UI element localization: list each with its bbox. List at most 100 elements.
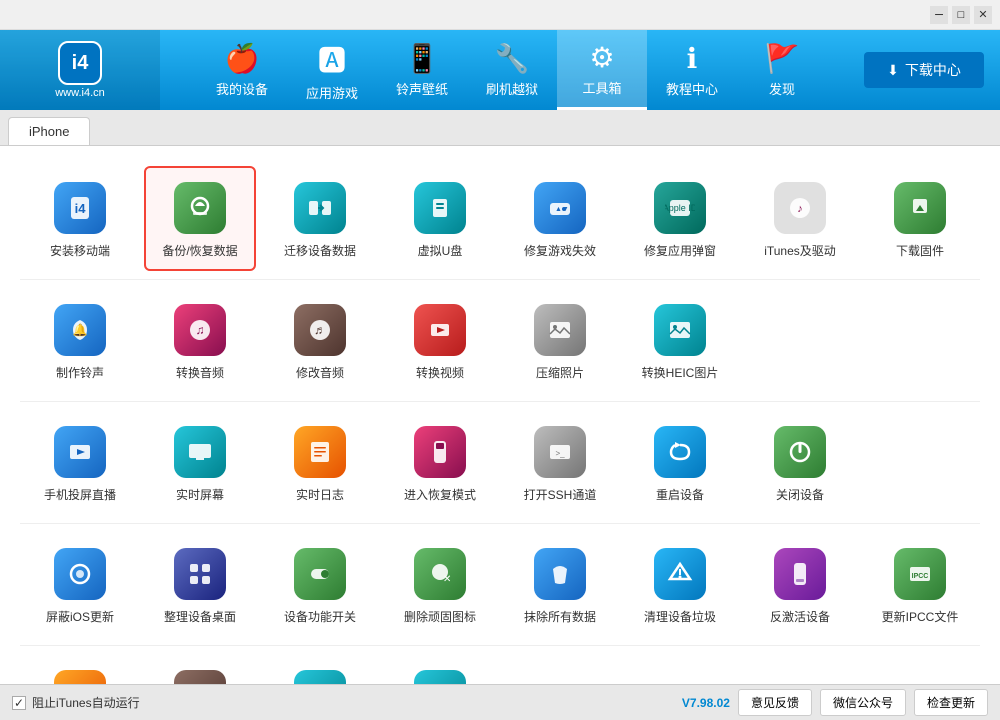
tool-item-fix-game[interactable]: ▲▼修复游戏失效 (504, 166, 616, 271)
header: i4 www.i4.cn 🍎 我的设备 🅰 应用游戏 📱 铃声壁纸 🔧 刷机越狱… (0, 30, 1000, 110)
apps-icon: 🅰 (318, 39, 346, 79)
tool-item-skip-setup[interactable]: 跳过设置向导 (264, 654, 376, 684)
tool-item-itunes-driver[interactable]: ♪iTunes及驱动 (744, 166, 856, 271)
tool-item-wipe-data[interactable]: 抹除所有数据 (504, 532, 616, 637)
deactivate-label: 反激活设备 (770, 608, 830, 625)
deactivate-icon (774, 548, 826, 600)
screen-cast-label: 手机投屏直播 (44, 486, 116, 503)
svg-text:🔔: 🔔 (73, 323, 88, 337)
wechat-button[interactable]: 微信公众号 (820, 689, 906, 716)
logo-area: i4 www.i4.cn (0, 30, 160, 110)
tool-item-deactivate[interactable]: 反激活设备 (744, 532, 856, 637)
tool-item-delete-icon[interactable]: ✕删除顽固图标 (384, 532, 496, 637)
download-center-button[interactable]: ⬇ 下载中心 (864, 52, 984, 88)
reboot-label: 重启设备 (656, 486, 704, 503)
close-button[interactable]: ✕ (974, 6, 992, 24)
jailbreak-label: 刷机越狱 (486, 79, 538, 98)
nav-item-my-device[interactable]: 🍎 我的设备 (197, 30, 287, 110)
feedback-button[interactable]: 意见反馈 (738, 689, 812, 716)
tool-item-screen-cast[interactable]: 手机投屏直播 (24, 410, 136, 515)
itunes-driver-label: iTunes及驱动 (764, 242, 836, 259)
tool-item-convert-heic[interactable]: 转换HEIC图片 (624, 288, 736, 393)
tool-item-open-ssh[interactable]: >_打开SSH通道 (504, 410, 616, 515)
fix-popup-label: 修复应用弹窗 (644, 242, 716, 259)
tool-item-install-app[interactable]: i4 安装移动端 (24, 166, 136, 271)
tool-item-break-timelimit[interactable]: 破解时间限额 (144, 654, 256, 684)
tool-item-fix-popup[interactable]: Apple ID 修复应用弹窗 (624, 166, 736, 271)
virtual-udisk-label: 虚拟U盘 (418, 242, 463, 259)
itunes-checkbox[interactable]: ✓ (12, 696, 26, 710)
tool-item-compress-photo[interactable]: 压缩照片 (504, 288, 616, 393)
tool-item-migrate-data[interactable]: 迁移设备数据 (264, 166, 376, 271)
row-separator (20, 645, 980, 646)
tool-item-reboot[interactable]: 重启设备 (624, 410, 736, 515)
tool-item-recovery-mode[interactable]: 进入恢复模式 (384, 410, 496, 515)
tool-item-block-ios-update[interactable]: 屏蔽iOS更新 (24, 532, 136, 637)
tool-item-realtime-log[interactable]: 实时日志 (264, 410, 376, 515)
tool-item-update-ipcc[interactable]: IPCC更新IPCC文件 (864, 532, 976, 637)
nav-item-apps[interactable]: 🅰 应用游戏 (287, 30, 377, 110)
download-fw-icon (894, 182, 946, 234)
device-func-label: 设备功能开关 (284, 608, 356, 625)
tool-item-virtual-udisk[interactable]: 虚拟U盘 (384, 166, 496, 271)
delete-icon-icon: ✕ (414, 548, 466, 600)
ringtones-icon: 📱 (405, 42, 440, 75)
toolbox-icon: ⚙ (589, 41, 614, 74)
recovery-mode-icon (414, 426, 466, 478)
maximize-button[interactable]: □ (952, 6, 970, 24)
shutdown-label: 关闭设备 (776, 486, 824, 503)
tabbar: iPhone (0, 110, 1000, 146)
tool-item-realtime-screen[interactable]: 实时屏幕 (144, 410, 256, 515)
my-device-label: 我的设备 (216, 79, 268, 98)
my-device-icon: 🍎 (225, 42, 260, 75)
empty-cell (860, 650, 980, 684)
tool-item-download-fw[interactable]: 下载固件 (864, 166, 976, 271)
nav-item-toolbox[interactable]: ⚙ 工具箱 (557, 30, 647, 110)
wipe-data-icon (534, 548, 586, 600)
install-app-label: 安装移动端 (50, 242, 110, 259)
fix-game-label: 修复游戏失效 (524, 242, 596, 259)
tool-item-make-ringtone[interactable]: 🔔制作铃声 (24, 288, 136, 393)
tool-item-organize-desktop[interactable]: 整理设备桌面 (144, 532, 256, 637)
fix-popup-icon: Apple ID (654, 182, 706, 234)
update-button[interactable]: 检查更新 (914, 689, 988, 716)
svg-text:♫: ♫ (196, 323, 205, 337)
compress-photo-icon (534, 304, 586, 356)
statusbar: ✓ 阻止iTunes自动运行 V7.98.02 意见反馈 微信公众号 检查更新 (0, 684, 1000, 720)
tool-item-edit-audio[interactable]: ♬修改音频 (264, 288, 376, 393)
download-label: 下载中心 (905, 60, 961, 80)
tool-item-fake-location[interactable]: 虚拟定位 (24, 654, 136, 684)
tool-item-clean-trash[interactable]: 清理设备垃圾 (624, 532, 736, 637)
tool-item-backup-partition[interactable]: 备份引导区数据 (384, 654, 496, 684)
svg-text:Apple ID: Apple ID (665, 203, 695, 213)
iphone-tab[interactable]: iPhone (8, 117, 90, 145)
svg-text:i4: i4 (75, 201, 87, 216)
tool-item-convert-audio[interactable]: ♫ 转换音频 (144, 288, 256, 393)
convert-audio-label: 转换音频 (176, 364, 224, 381)
convert-heic-icon (654, 304, 706, 356)
nav-item-jailbreak[interactable]: 🔧 刷机越狱 (467, 30, 557, 110)
realtime-log-icon (294, 426, 346, 478)
jailbreak-icon: 🔧 (495, 42, 530, 75)
convert-video-icon (414, 304, 466, 356)
tool-item-shutdown[interactable]: 关闭设备 (744, 410, 856, 515)
edit-audio-label: 修改音频 (296, 364, 344, 381)
logo-icon: i4 (58, 41, 102, 85)
reboot-icon (654, 426, 706, 478)
nav-items: 🍎 我的设备 🅰 应用游戏 📱 铃声壁纸 🔧 刷机越狱 ⚙ 工具箱 ℹ 教程中心… (160, 30, 864, 110)
tool-item-backup-restore[interactable]: 备份/恢复数据 (144, 166, 256, 271)
nav-item-ringtones[interactable]: 📱 铃声壁纸 (377, 30, 467, 110)
virtual-udisk-icon (414, 182, 466, 234)
break-timelimit-icon (174, 670, 226, 684)
minimize-button[interactable]: ─ (930, 6, 948, 24)
convert-video-label: 转换视频 (416, 364, 464, 381)
nav-item-tutorials[interactable]: ℹ 教程中心 (647, 30, 737, 110)
update-ipcc-label: 更新IPCC文件 (882, 608, 959, 625)
clean-trash-label: 清理设备垃圾 (644, 608, 716, 625)
tool-item-device-func[interactable]: 设备功能开关 (264, 532, 376, 637)
tool-item-convert-video[interactable]: 转换视频 (384, 288, 496, 393)
empty-cell (860, 406, 980, 519)
nav-item-discover[interactable]: 🚩 发现 (737, 30, 827, 110)
make-ringtone-icon: 🔔 (54, 304, 106, 356)
backup-restore-label: 备份/恢复数据 (162, 242, 237, 259)
